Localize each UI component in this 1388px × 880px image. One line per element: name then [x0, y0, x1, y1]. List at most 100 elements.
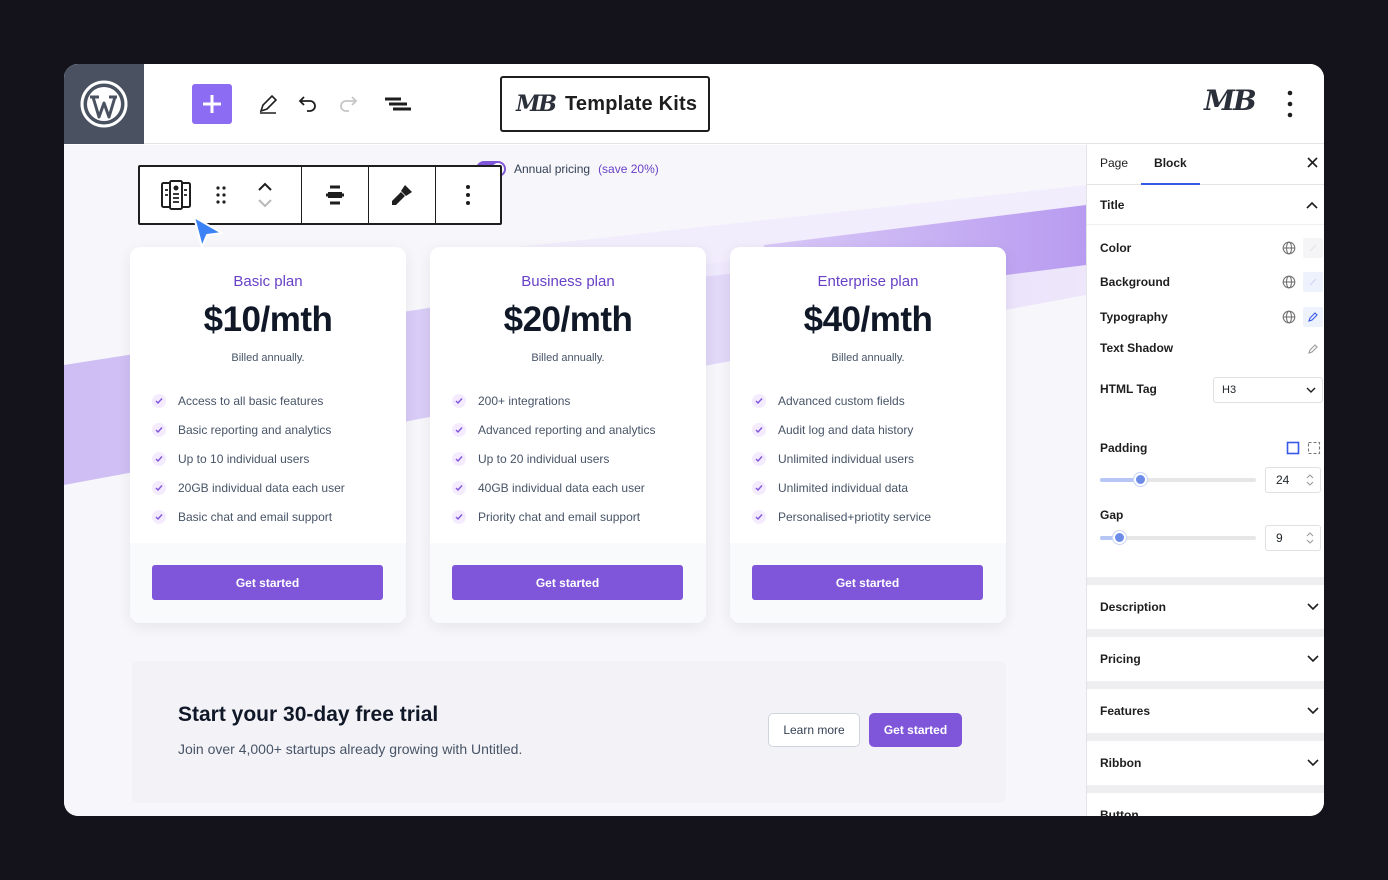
- chevron-up-icon[interactable]: [257, 182, 273, 192]
- feature-item: Priority chat and email support: [452, 502, 706, 531]
- html-tag-select[interactable]: H3: [1213, 377, 1323, 403]
- box-linked-icon: [1286, 441, 1300, 455]
- feature-text: Advanced reporting and analytics: [478, 422, 656, 437]
- block-type-button[interactable]: [140, 178, 212, 212]
- kebab-menu-icon: [466, 185, 470, 205]
- html-tag-label: HTML Tag: [1100, 382, 1157, 396]
- spinner-icon[interactable]: [1306, 473, 1314, 487]
- feature-item: Personalised+priotity service: [752, 502, 1006, 531]
- block-options-button[interactable]: [436, 167, 500, 223]
- check-icon: [152, 451, 166, 466]
- feature-list: Access to all basic features Basic repor…: [130, 364, 406, 531]
- undo-button[interactable]: [292, 88, 324, 120]
- plan-billed: Billed annually.: [831, 352, 905, 364]
- card-footer: Get started: [730, 543, 1006, 623]
- chevron-down-icon: [1307, 759, 1319, 767]
- wordpress-logo-icon[interactable]: [64, 64, 144, 144]
- get-started-button[interactable]: Get started: [452, 565, 683, 600]
- section-title: Title: [1100, 197, 1125, 212]
- options-menu-button[interactable]: [1276, 86, 1304, 122]
- chevron-up-icon: [1306, 201, 1318, 209]
- toggle-save-label: (save 20%): [598, 162, 659, 176]
- typography-label: Typography: [1100, 310, 1168, 324]
- tab-block[interactable]: Block: [1141, 145, 1200, 185]
- feature-list: 200+ integrations Advanced reporting and…: [430, 364, 706, 531]
- feature-list: Advanced custom fields Audit log and dat…: [730, 364, 1006, 531]
- feature-text: Personalised+priotity service: [778, 509, 932, 524]
- features-section-header[interactable]: Features: [1087, 689, 1324, 733]
- trial-title: Start your 30-day free trial: [178, 703, 439, 726]
- trial-get-started-button[interactable]: Get started: [869, 713, 962, 747]
- description-section-header[interactable]: Description: [1087, 585, 1324, 629]
- globe-icon: [1282, 241, 1296, 255]
- feature-text: Audit log and data history: [778, 422, 914, 437]
- edit-text-shadow-button[interactable]: [1303, 339, 1323, 359]
- section-title: Ribbon: [1100, 756, 1142, 770]
- padding-label: Padding: [1100, 441, 1148, 455]
- padding-slider[interactable]: [1100, 473, 1256, 486]
- edit-mode-button[interactable]: [252, 88, 284, 120]
- list-view-icon: [385, 97, 411, 111]
- background-swatch-button[interactable]: [1303, 272, 1323, 292]
- gap-slider-thumb[interactable]: [1113, 531, 1126, 544]
- pencil-icon: [1308, 344, 1318, 354]
- free-trial-banner: Start your 30-day free trial Join over 4…: [132, 661, 1006, 803]
- check-icon: [452, 480, 466, 495]
- mouse-cursor-icon: [193, 216, 223, 248]
- undo-icon: [298, 96, 316, 112]
- feature-text: Basic reporting and analytics: [178, 422, 332, 437]
- global-color-button[interactable]: [1279, 238, 1299, 258]
- button-section-header[interactable]: Button: [1087, 793, 1324, 816]
- padding-unlinked-button[interactable]: [1304, 438, 1324, 458]
- pencil-icon: [1308, 312, 1318, 322]
- style-button[interactable]: [369, 167, 436, 223]
- title-section-header[interactable]: Title: [1087, 185, 1324, 225]
- plus-icon: [203, 95, 221, 113]
- feature-item: Up to 20 individual users: [452, 444, 706, 473]
- padding-input[interactable]: 24: [1265, 467, 1321, 493]
- gap-slider[interactable]: [1100, 531, 1256, 544]
- check-icon: [752, 451, 766, 466]
- feature-text: Unlimited individual users: [778, 451, 915, 466]
- close-sidebar-button[interactable]: [1307, 155, 1318, 172]
- feature-item: 200+ integrations: [452, 386, 706, 415]
- redo-icon: [340, 96, 358, 112]
- annual-pricing-toggle[interactable]: Annual pricing (save 20%): [476, 161, 659, 177]
- global-background-button[interactable]: [1279, 272, 1299, 292]
- card-footer: Get started: [430, 543, 706, 623]
- feature-text: Access to all basic features: [178, 393, 324, 408]
- global-typography-button[interactable]: [1279, 307, 1299, 327]
- toggle-label: Annual pricing: [514, 162, 591, 176]
- chevron-down-icon[interactable]: [257, 198, 273, 208]
- template-kits-button[interactable]: MB Template Kits: [500, 76, 710, 132]
- editor-top-bar: MB Template Kits MB: [64, 64, 1324, 144]
- globe-icon: [1282, 310, 1296, 324]
- drag-handle[interactable]: [212, 186, 230, 204]
- padding-slider-thumb[interactable]: [1134, 473, 1147, 486]
- padding-linked-button[interactable]: [1283, 438, 1303, 458]
- edit-typography-button[interactable]: [1303, 307, 1323, 327]
- tab-page[interactable]: Page: [1087, 145, 1141, 185]
- align-button[interactable]: [302, 167, 369, 223]
- ribbon-section-header[interactable]: Ribbon: [1087, 741, 1324, 785]
- feature-text: 20GB individual data each user: [178, 480, 345, 495]
- editor-canvas: Annual pricing (save 20%) Basic plan $10…: [64, 145, 1086, 816]
- feature-text: Up to 10 individual users: [178, 451, 310, 466]
- trial-subtitle: Join over 4,000+ startups already growin…: [178, 741, 523, 757]
- document-overview-button[interactable]: [382, 88, 414, 120]
- pricing-card-business: Business plan $20/mth Billed annually. 2…: [430, 247, 706, 623]
- section-title: Button: [1100, 808, 1139, 816]
- drag-handle-icon: [215, 186, 226, 204]
- plan-billed: Billed annually.: [531, 352, 605, 364]
- color-swatch-button[interactable]: [1303, 238, 1323, 258]
- pricing-section-header[interactable]: Pricing: [1087, 637, 1324, 681]
- learn-more-button[interactable]: Learn more: [768, 713, 860, 747]
- get-started-button[interactable]: Get started: [752, 565, 983, 600]
- get-started-button[interactable]: Get started: [152, 565, 383, 600]
- add-block-button[interactable]: [192, 84, 232, 124]
- gap-input[interactable]: 9: [1265, 525, 1321, 551]
- redo-button[interactable]: [332, 88, 364, 120]
- spinner-icon[interactable]: [1306, 531, 1314, 545]
- plan-name: Basic plan: [233, 273, 303, 290]
- plan-name: Business plan: [521, 273, 615, 290]
